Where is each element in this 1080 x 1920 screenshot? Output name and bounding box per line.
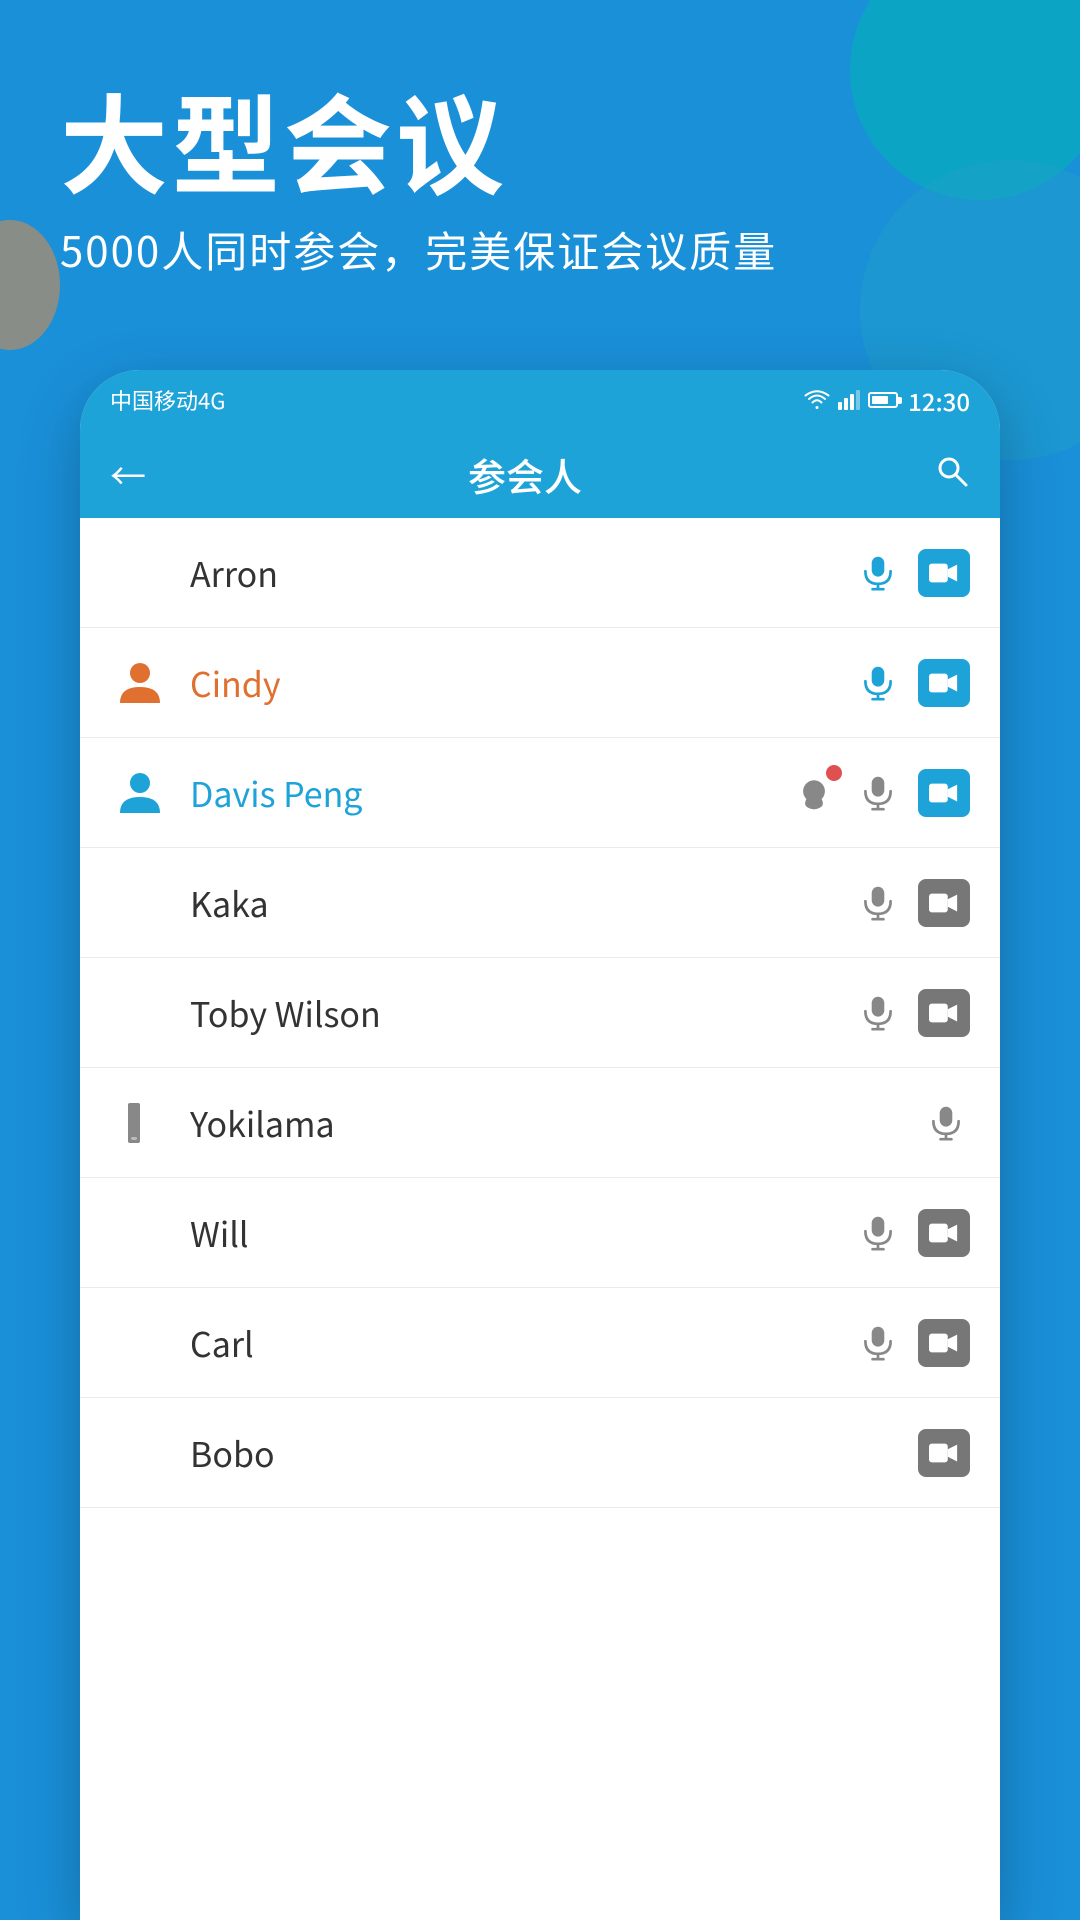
participant-row[interactable]: Yokilama — [80, 1068, 1000, 1178]
signal-icon — [838, 390, 860, 410]
video-icon[interactable] — [918, 769, 970, 817]
avatar-phone — [110, 1093, 170, 1153]
header-subtitle: 5000人同时参会，完美保证会议质量 — [60, 219, 1020, 280]
video-icon[interactable] — [918, 989, 970, 1037]
participant-row[interactable]: Davis Peng — [80, 738, 1000, 848]
participant-row[interactable]: Kaka — [80, 848, 1000, 958]
participant-icons — [854, 1209, 970, 1257]
mic-icon[interactable] — [854, 1319, 902, 1367]
phone-mockup: 中国移动4G — [80, 370, 1000, 1920]
participant-row[interactable]: Arron — [80, 518, 1000, 628]
participant-icons — [854, 549, 970, 597]
participant-icons — [790, 769, 970, 817]
participant-name: Yokilama — [190, 1098, 922, 1147]
participant-name: Cindy — [190, 658, 854, 707]
status-right: 12:30 — [804, 383, 970, 418]
wifi-icon — [804, 390, 830, 410]
participant-row[interactable]: Carl — [80, 1288, 1000, 1398]
video-icon[interactable] — [918, 549, 970, 597]
participant-icons — [854, 659, 970, 707]
mic-icon[interactable] — [854, 879, 902, 927]
participant-name: Bobo — [190, 1428, 918, 1477]
search-button[interactable] — [934, 448, 970, 500]
avatar-person-orange — [110, 653, 170, 713]
participant-name: Toby Wilson — [190, 988, 854, 1037]
participant-row[interactable]: Toby Wilson — [80, 958, 1000, 1068]
participant-name: Kaka — [190, 878, 854, 927]
video-icon[interactable] — [918, 1319, 970, 1367]
mic-icon[interactable] — [854, 769, 902, 817]
participant-icons — [922, 1099, 970, 1147]
share-badge — [826, 765, 842, 781]
avatar-person-blue — [110, 763, 170, 823]
participant-name: Will — [190, 1208, 854, 1257]
avatar-none — [110, 873, 170, 933]
participant-row[interactable]: Will — [80, 1178, 1000, 1288]
avatar-none — [110, 1313, 170, 1373]
video-icon[interactable] — [918, 659, 970, 707]
participant-icons — [854, 1319, 970, 1367]
header-title: 大型会议 — [60, 80, 1020, 199]
status-bar: 中国移动4G — [80, 370, 1000, 430]
participant-icons — [918, 1429, 970, 1477]
mic-icon[interactable] — [854, 659, 902, 707]
participant-icons — [854, 989, 970, 1037]
participant-row[interactable]: Cindy — [80, 628, 1000, 738]
mic-icon[interactable] — [922, 1099, 970, 1147]
app-bar-title: 参会人 — [166, 447, 884, 502]
avatar-none — [110, 983, 170, 1043]
avatar-none — [110, 543, 170, 603]
participant-icons — [854, 879, 970, 927]
share-screen-icon[interactable] — [790, 769, 838, 817]
mic-icon[interactable] — [854, 989, 902, 1037]
participant-name: Arron — [190, 548, 854, 597]
battery-icon — [868, 392, 898, 408]
avatar-none — [110, 1423, 170, 1483]
status-icons — [804, 390, 898, 410]
status-carrier: 中国移动4G — [110, 384, 225, 416]
status-time: 12:30 — [908, 383, 970, 418]
participant-name: Carl — [190, 1318, 854, 1367]
participant-list: Arron Cindy — [80, 518, 1000, 1508]
video-icon[interactable] — [918, 1429, 970, 1477]
mic-icon[interactable] — [854, 1209, 902, 1257]
header-section: 大型会议 5000人同时参会，完美保证会议质量 — [0, 0, 1080, 280]
mic-icon[interactable] — [854, 549, 902, 597]
participant-row[interactable]: Bobo — [80, 1398, 1000, 1508]
avatar-none — [110, 1203, 170, 1263]
app-bar: ← 参会人 — [80, 430, 1000, 518]
participant-name: Davis Peng — [190, 768, 790, 817]
video-icon[interactable] — [918, 1209, 970, 1257]
back-button[interactable]: ← — [110, 448, 146, 500]
video-icon[interactable] — [918, 879, 970, 927]
